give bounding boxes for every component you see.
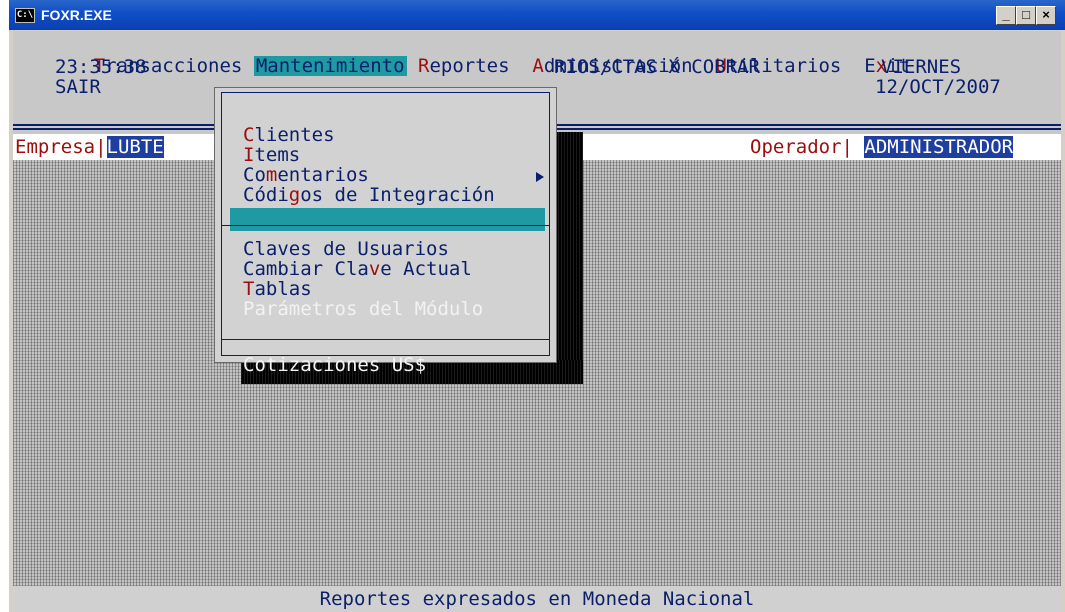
operador-value: ADMINISTRADOR [864,136,1014,158]
window-title: FOXR.EXE [41,7,112,23]
menu-item-cambiar-clave[interactable]: Cambiar Clave Actual [243,259,472,279]
menu-item-comentarios[interactable]: Comentarios [243,165,369,185]
dos-screen: Transacciones Mantenimiento Reportes Adm… [13,31,1061,612]
status-text: Reportes expresados en Moneda Nacional [319,588,755,610]
submenu-arrow-icon [536,172,544,182]
menu-item-tablas[interactable]: Tablas [243,279,312,299]
menu-item-claves-usuarios[interactable]: Claves de Usuarios [243,239,449,259]
operador-field: Operador| ADMINISTRADOR [750,136,1014,158]
clock: 23:35:38 [55,56,147,78]
menu-item-clientes[interactable]: Clientes [243,125,335,145]
selected-highlight [230,208,545,231]
menu-item-parametros-modulo[interactable]: Parámetros del Módulo [243,299,483,319]
menu-separator [222,339,549,340]
menu-shadow-right [555,132,583,384]
user-code: SAIR [55,76,101,98]
dropdown-border: Clientes Items Comentarios Códigos de In… [221,92,550,375]
maximize-button[interactable]: □ [1016,6,1036,25]
weekday: VIERNES [881,56,962,78]
module-name: RIOS/CTAS X COBRAR [554,56,760,78]
menu-reportes[interactable]: Reportes [418,56,510,76]
status-bar: Reportes expresados en Moneda Nacional [13,586,1061,612]
empresa-field: Empresa|LUBTE [15,136,164,158]
date: 12/OCT/2007 [875,76,1001,98]
minimize-button[interactable]: _ [996,6,1016,25]
menu-item-codigos-integracion[interactable]: Códigos de Integración [243,185,495,205]
console-icon: C:\ [15,8,35,23]
mantenimiento-dropdown: Clientes Items Comentarios Códigos de In… [214,87,557,375]
menu-separator [222,225,549,226]
menu-item-items[interactable]: Items [243,145,300,165]
operador-label: Operador| [750,136,853,158]
close-button[interactable]: × [1036,6,1056,25]
title-bar[interactable]: C:\ FOXR.EXE _ □ × [9,0,1065,30]
menu-item-cotizaciones[interactable]: Cotizaciones US$ [243,355,426,375]
empresa-label: Empresa| [15,136,107,158]
menu-mantenimiento[interactable]: Mantenimiento [253,56,407,76]
empresa-value: LUBTE [106,136,164,158]
app-window: C:\ FOXR.EXE _ □ × Transacciones Manteni… [9,0,1065,612]
